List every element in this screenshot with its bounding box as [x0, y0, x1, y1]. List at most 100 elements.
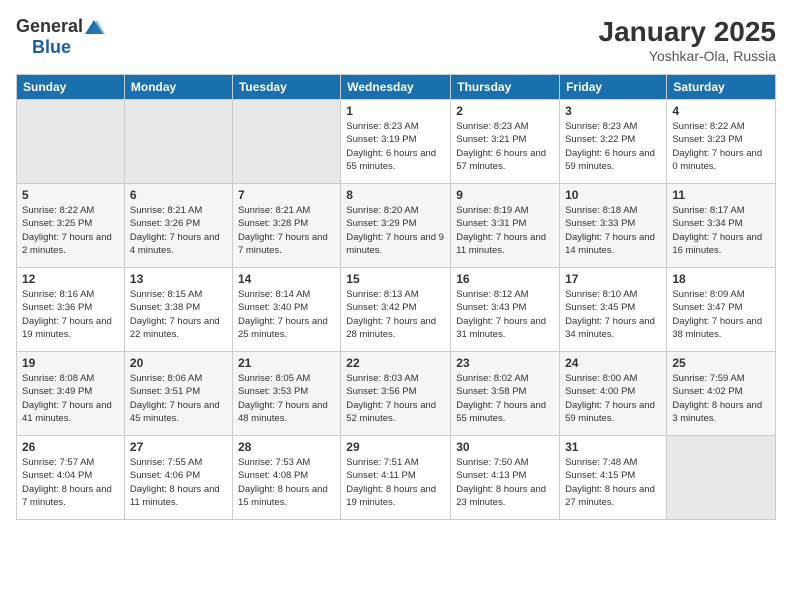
day-info: Sunrise: 8:21 AMSunset: 3:26 PMDaylight:… — [130, 204, 227, 257]
calendar-cell — [667, 436, 776, 520]
header-wednesday: Wednesday — [341, 75, 451, 100]
logo-text: General — [16, 16, 105, 37]
calendar-cell: 4 Sunrise: 8:22 AMSunset: 3:23 PMDaylight… — [667, 100, 776, 184]
logo: General Blue — [16, 16, 105, 58]
calendar-cell: 30 Sunrise: 7:50 AMSunset: 4:13 PMDayligh… — [451, 436, 560, 520]
header-saturday: Saturday — [667, 75, 776, 100]
day-number: 13 — [130, 272, 227, 286]
day-info: Sunrise: 7:50 AMSunset: 4:13 PMDaylight:… — [456, 456, 554, 509]
calendar-cell: 2 Sunrise: 8:23 AMSunset: 3:21 PMDaylight… — [451, 100, 560, 184]
day-number: 16 — [456, 272, 554, 286]
calendar-week-2: 5Sunrise: 8:22 AMSunset: 3:25 PMDaylight… — [17, 184, 776, 268]
day-number: 17 — [565, 272, 661, 286]
day-info: Sunrise: 8:20 AMSunset: 3:29 PMDaylight:… — [346, 204, 445, 257]
calendar-cell: 18 Sunrise: 8:09 AMSunset: 3:47 PMDayligh… — [667, 268, 776, 352]
day-number: 5 — [22, 188, 119, 202]
calendar-table: Sunday Monday Tuesday Wednesday Thursday… — [16, 74, 776, 520]
day-info: Sunrise: 8:16 AMSunset: 3:36 PMDaylight:… — [22, 288, 119, 341]
day-info: Sunrise: 8:23 AMSunset: 3:21 PMDaylight:… — [456, 120, 554, 173]
title-block: January 2025 Yoshkar-Ola, Russia — [599, 16, 776, 64]
calendar-cell: 31 Sunrise: 7:48 AMSunset: 4:15 PMDayligh… — [560, 436, 667, 520]
day-number: 27 — [130, 440, 227, 454]
day-number: 30 — [456, 440, 554, 454]
calendar-cell: 19Sunrise: 8:08 AMSunset: 3:49 PMDayligh… — [17, 352, 125, 436]
day-number: 18 — [672, 272, 770, 286]
day-info: Sunrise: 8:00 AMSunset: 4:00 PMDaylight:… — [565, 372, 661, 425]
calendar-cell: 1Sunrise: 8:23 AMSunset: 3:19 PMDaylight… — [341, 100, 451, 184]
day-info: Sunrise: 8:23 AMSunset: 3:22 PMDaylight:… — [565, 120, 661, 173]
day-info: Sunrise: 8:15 AMSunset: 3:38 PMDaylight:… — [130, 288, 227, 341]
calendar-title: January 2025 — [599, 16, 776, 48]
day-info: Sunrise: 8:13 AMSunset: 3:42 PMDaylight:… — [346, 288, 445, 341]
day-number: 20 — [130, 356, 227, 370]
calendar-cell: 12 Sunrise: 8:16 AMSunset: 3:36 PMDayligh… — [17, 268, 125, 352]
header: General Blue January 2025 Yoshkar-Ola, R… — [16, 16, 776, 64]
calendar-cell: 7Sunrise: 8:21 AMSunset: 3:28 PMDaylight… — [232, 184, 340, 268]
calendar-cell: 13 Sunrise: 8:15 AMSunset: 3:38 PMDayligh… — [124, 268, 232, 352]
logo-blue: Blue — [32, 37, 71, 58]
day-number: 10 — [565, 188, 661, 202]
day-number: 19 — [22, 356, 119, 370]
day-number: 11 — [672, 188, 770, 202]
calendar-week-5: 26 Sunrise: 7:57 AMSunset: 4:04 PMDayligh… — [17, 436, 776, 520]
day-number: 23 — [456, 356, 554, 370]
day-info: Sunrise: 7:53 AMSunset: 4:08 PMDaylight:… — [238, 456, 335, 509]
day-number: 31 — [565, 440, 661, 454]
calendar-cell: 24Sunrise: 8:00 AMSunset: 4:00 PMDayligh… — [560, 352, 667, 436]
calendar-cell: 21 Sunrise: 8:05 AMSunset: 3:53 PMDayligh… — [232, 352, 340, 436]
day-info: Sunrise: 8:17 AMSunset: 3:34 PMDaylight:… — [672, 204, 770, 257]
calendar-cell: 20 Sunrise: 8:06 AMSunset: 3:51 PMDayligh… — [124, 352, 232, 436]
calendar-cell — [124, 100, 232, 184]
calendar-cell: 11 Sunrise: 8:17 AMSunset: 3:34 PMDayligh… — [667, 184, 776, 268]
page: General Blue January 2025 Yoshkar-Ola, R… — [0, 0, 792, 612]
day-info: Sunrise: 8:06 AMSunset: 3:51 PMDaylight:… — [130, 372, 227, 425]
day-info: Sunrise: 7:59 AMSunset: 4:02 PMDaylight:… — [672, 372, 770, 425]
day-info: Sunrise: 7:57 AMSunset: 4:04 PMDaylight:… — [22, 456, 119, 509]
calendar-subtitle: Yoshkar-Ola, Russia — [599, 48, 776, 64]
day-number: 29 — [346, 440, 445, 454]
logo-icon — [83, 18, 105, 36]
calendar-cell: 22Sunrise: 8:03 AMSunset: 3:56 PMDayligh… — [341, 352, 451, 436]
day-number: 15 — [346, 272, 445, 286]
calendar-cell: 23 Sunrise: 8:02 AMSunset: 3:58 PMDayligh… — [451, 352, 560, 436]
day-info: Sunrise: 7:51 AMSunset: 4:11 PMDaylight:… — [346, 456, 445, 509]
calendar-week-3: 12 Sunrise: 8:16 AMSunset: 3:36 PMDayligh… — [17, 268, 776, 352]
day-info: Sunrise: 8:12 AMSunset: 3:43 PMDaylight:… — [456, 288, 554, 341]
day-number: 4 — [672, 104, 770, 118]
calendar-cell: 26 Sunrise: 7:57 AMSunset: 4:04 PMDayligh… — [17, 436, 125, 520]
day-info: Sunrise: 8:05 AMSunset: 3:53 PMDaylight:… — [238, 372, 335, 425]
calendar-cell: 15 Sunrise: 8:13 AMSunset: 3:42 PMDayligh… — [341, 268, 451, 352]
calendar-cell: 29 Sunrise: 7:51 AMSunset: 4:11 PMDayligh… — [341, 436, 451, 520]
day-number: 25 — [672, 356, 770, 370]
day-number: 2 — [456, 104, 554, 118]
header-sunday: Sunday — [17, 75, 125, 100]
header-thursday: Thursday — [451, 75, 560, 100]
day-number: 14 — [238, 272, 335, 286]
day-number: 21 — [238, 356, 335, 370]
calendar-cell: 6Sunrise: 8:21 AMSunset: 3:26 PMDaylight… — [124, 184, 232, 268]
calendar-cell: 25 Sunrise: 7:59 AMSunset: 4:02 PMDayligh… — [667, 352, 776, 436]
calendar-cell: 5Sunrise: 8:22 AMSunset: 3:25 PMDaylight… — [17, 184, 125, 268]
day-number: 26 — [22, 440, 119, 454]
day-info: Sunrise: 8:03 AMSunset: 3:56 PMDaylight:… — [346, 372, 445, 425]
calendar-cell: 8 Sunrise: 8:20 AMSunset: 3:29 PMDaylight… — [341, 184, 451, 268]
logo-general: General — [16, 16, 83, 37]
calendar-cell: 28Sunrise: 7:53 AMSunset: 4:08 PMDayligh… — [232, 436, 340, 520]
calendar-cell — [232, 100, 340, 184]
calendar-cell: 9 Sunrise: 8:19 AMSunset: 3:31 PMDaylight… — [451, 184, 560, 268]
day-info: Sunrise: 8:21 AMSunset: 3:28 PMDaylight:… — [238, 204, 335, 257]
calendar-cell: 27Sunrise: 7:55 AMSunset: 4:06 PMDayligh… — [124, 436, 232, 520]
calendar-cell: 10 Sunrise: 8:18 AMSunset: 3:33 PMDayligh… — [560, 184, 667, 268]
day-info: Sunrise: 8:22 AMSunset: 3:23 PMDaylight:… — [672, 120, 770, 173]
day-number: 8 — [346, 188, 445, 202]
day-info: Sunrise: 8:19 AMSunset: 3:31 PMDaylight:… — [456, 204, 554, 257]
day-info: Sunrise: 8:02 AMSunset: 3:58 PMDaylight:… — [456, 372, 554, 425]
day-number: 3 — [565, 104, 661, 118]
day-info: Sunrise: 8:18 AMSunset: 3:33 PMDaylight:… — [565, 204, 661, 257]
day-info: Sunrise: 8:09 AMSunset: 3:47 PMDaylight:… — [672, 288, 770, 341]
calendar-header-row: Sunday Monday Tuesday Wednesday Thursday… — [17, 75, 776, 100]
day-number: 9 — [456, 188, 554, 202]
day-number: 1 — [346, 104, 445, 118]
day-info: Sunrise: 7:48 AMSunset: 4:15 PMDaylight:… — [565, 456, 661, 509]
day-number: 12 — [22, 272, 119, 286]
